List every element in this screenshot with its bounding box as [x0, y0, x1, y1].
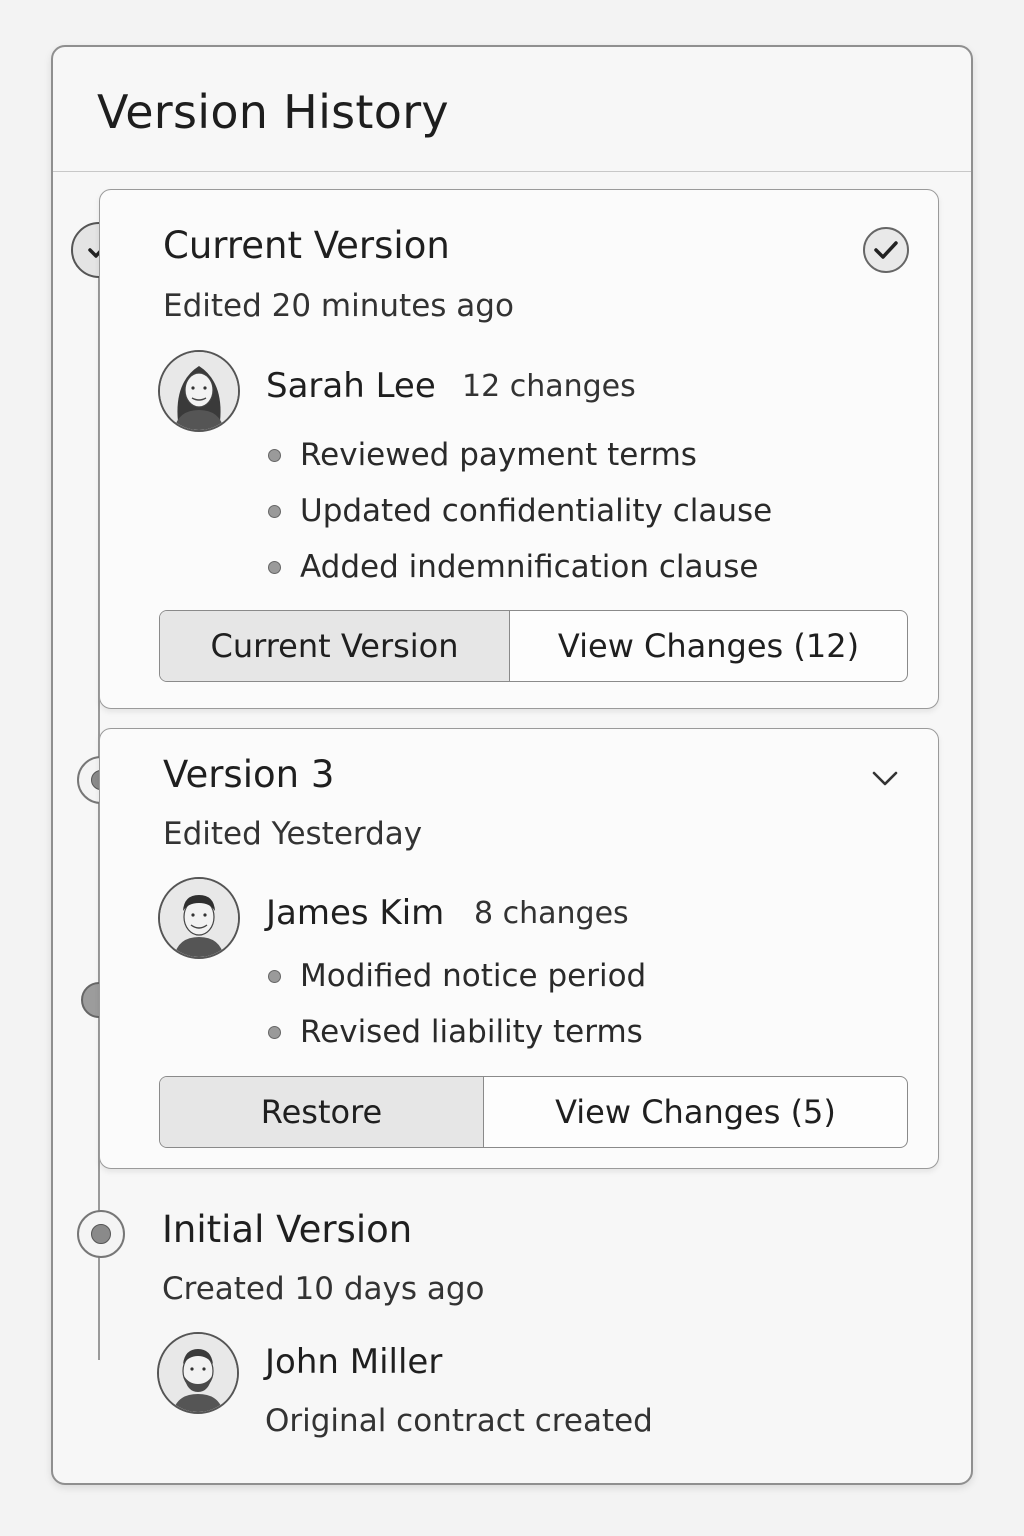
version-title: Current Version	[163, 224, 450, 267]
timeline-node-initial	[77, 1210, 125, 1258]
change-list: Modified notice period Revised liability…	[266, 957, 646, 1069]
bullet-icon	[268, 505, 281, 518]
bullet-icon	[268, 449, 281, 462]
version-subtitle: Edited 20 minutes ago	[163, 288, 514, 324]
current-version-check-icon	[863, 227, 909, 273]
version-title: Initial Version	[162, 1208, 413, 1251]
change-list: Reviewed payment terms Updated confident…	[266, 436, 772, 604]
panel-header: Version History	[53, 47, 971, 172]
panel-title: Version History	[97, 85, 449, 139]
person-portrait-icon	[160, 879, 238, 957]
avatar-sarah-lee	[158, 350, 240, 432]
check-icon	[874, 241, 898, 259]
change-count: 8 changes	[474, 896, 629, 931]
chevron-down-icon[interactable]	[870, 767, 900, 789]
list-item: Revised liability terms	[266, 1013, 646, 1069]
view-changes-button[interactable]: View Changes (5)	[484, 1077, 907, 1147]
bullet-icon	[268, 970, 281, 983]
version-actions: Restore View Changes (5)	[159, 1076, 908, 1148]
avatar-john-miller	[157, 1332, 239, 1414]
version-description: Original contract created	[265, 1403, 653, 1439]
bullet-icon	[268, 561, 281, 574]
version-card-version-3[interactable]: Version 3 Edited Yesterday James Kim 8 c…	[99, 728, 939, 1169]
author-name: James Kim	[266, 893, 445, 933]
bullet-icon	[268, 1026, 281, 1039]
version-actions: Current Version View Changes (12)	[159, 610, 908, 682]
current-version-button[interactable]: Current Version	[160, 611, 510, 681]
list-item: Modified notice period	[266, 957, 646, 1013]
avatar-james-kim	[158, 877, 240, 959]
person-portrait-icon	[160, 352, 238, 430]
view-changes-button[interactable]: View Changes (12)	[510, 611, 907, 681]
timeline-dot-icon	[91, 1224, 111, 1244]
restore-button[interactable]: Restore	[160, 1077, 484, 1147]
change-count: 12 changes	[462, 369, 636, 404]
version-subtitle: Created 10 days ago	[162, 1271, 485, 1307]
list-item: Reviewed payment terms	[266, 436, 772, 492]
author-name: John Miller	[265, 1342, 443, 1382]
person-portrait-icon	[159, 1334, 237, 1412]
list-item: Updated confidentiality clause	[266, 492, 772, 548]
list-item: Added indemnification clause	[266, 548, 772, 604]
author-name: Sarah Lee	[266, 366, 436, 406]
version-title: Version 3	[163, 753, 335, 796]
version-subtitle: Edited Yesterday	[163, 816, 423, 852]
version-card-current[interactable]: Current Version Edited 20 minutes ago Sa…	[99, 189, 939, 709]
